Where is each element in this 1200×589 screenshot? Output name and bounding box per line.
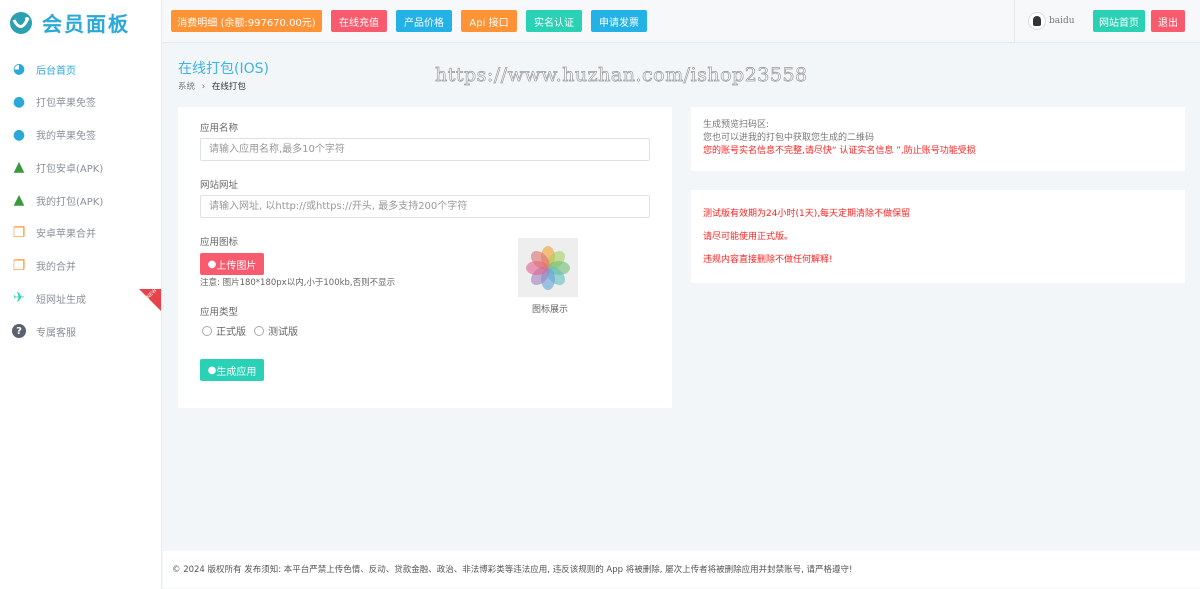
header-button[interactable]: 申请发票 [591,10,647,32]
sidebar-item[interactable]: ▲ 打包安卓(APK) [0,152,162,182]
sidebar-item-label: 短网址生成 [36,294,86,306]
logout-button[interactable]: 退出 [1151,10,1185,32]
app-type-label: 应用类型 [200,307,239,318]
form-card: 应用名称 网站网址 应用图标 ●上传图片 注意: 图片180*180px以内,小… [178,107,672,408]
sidebar-item[interactable]: ● 打包苹果免签 [0,87,162,117]
sidebar-item[interactable]: ? 专属客服 [0,316,162,346]
sidebar-item[interactable]: ❐ 我的合并 [0,251,162,281]
icon-label: 应用图标 [200,237,239,248]
brand-name: 会员面板 [42,12,130,36]
avatar[interactable] [1028,12,1046,30]
footer-text: © 2024 版权所有 发布须知: 本平台严禁上传色情、反动、贷款金融、政治、非… [172,565,853,575]
copy-icon: ❐ [12,224,26,241]
sidebar-item-label: 打包苹果免签 [36,98,96,110]
sidebar-item-label: 我的苹果免签 [36,131,96,142]
notice-line: 测试版有效期为24小时(1天),每天定期清除不做保留 [703,209,911,219]
android-icon: ▲ [13,159,25,176]
sidebar-item-label: 后台首页 [36,65,76,77]
radio-release[interactable] [202,325,212,336]
upload-note: 注意: 图片180*180px以内,小于100kb,否则不显示 [200,278,396,288]
top-header: 消费明细 (余额:997670.00元) 在线充值 产品价格 Api 接口 实名认证 申请… [163,0,1200,43]
preview-hint: 您也可以进我的打包中获取您生成的二维码 [703,133,875,143]
app-name-input[interactable] [200,138,650,161]
icon-preview-label: 图标展示 [532,305,569,315]
preview-title: 生成预览扫码区: [703,120,770,130]
apple-icon: ● [12,126,26,143]
sidebar-item[interactable]: ✈ 短网址生成 [0,283,162,313]
breadcrumb-item[interactable]: 系统 [178,82,195,92]
radio-release-label: 正式版 [216,327,246,338]
notice-card: 测试版有效期为24小时(1天),每天定期清除不做保留 请尽可能使用正式版。 违规… [691,190,1185,283]
dashboard-icon: ◕ [12,61,26,77]
logo[interactable]: 会员面板 [8,8,130,37]
sidebar-item[interactable]: ● 我的苹果免签 [0,120,162,150]
notice-line: 违规内容直接删除不做任何解释! [703,255,833,265]
photos-icon [526,245,570,290]
sidebar-item-label: 打包安卓(APK) [36,163,104,175]
footer: © 2024 版权所有 发布须知: 本平台严禁上传色情、反动、贷款金融、政治、非… [163,551,1200,588]
upload-button[interactable]: ● 上传图片 [200,253,264,275]
header-button[interactable]: 产品价格 [396,10,452,32]
header-button[interactable]: 消费明细 (余额:997670.00元) [171,10,322,32]
apple-icon: ● [207,258,217,270]
app-type-radios: 正式版 测试版 [202,323,298,338]
radio-test[interactable] [254,325,264,336]
verification-warning: 您的账号实名信息不完整,请尽快“ 认证实名信息 ”,防止账号功能受损 [703,146,976,156]
sidebar-item-label: 安卓苹果合并 [36,229,96,241]
preview-card: 生成预览扫码区: 您也可以进我的打包中获取您生成的二维码 您的账号实名信息不完整… [691,107,1185,171]
android-icon: ▲ [13,192,25,208]
header-button[interactable]: Api 接口 [461,10,517,32]
page-title: 在线打包(IOS) [178,61,269,77]
icon-preview [518,238,578,297]
sidebar-item-label: 我的合并 [36,262,76,273]
header-button[interactable]: 实名认证 [526,10,582,32]
generate-button[interactable]: ● 生成应用 [200,359,264,381]
home-button[interactable]: 网站首页 [1093,10,1145,32]
sidebar-item-label: 专属客服 [36,327,76,339]
sidebar-item-label: 我的打包(APK) [36,196,104,208]
watermark: https://www.huzhan.com/ishop23558 [435,64,808,87]
app-name-label: 应用名称 [200,123,239,134]
sidebar-item[interactable]: ❐ 安卓苹果合并 [0,218,162,248]
notice-line: 请尽可能使用正式版。 [703,232,794,242]
breadcrumb: 系统 › 在线打包 [178,80,246,92]
chevron-right-icon: › [201,82,206,92]
sidebar-item[interactable]: ▲ 我的打包(APK) [0,185,162,215]
url-label: 网站网址 [200,180,239,191]
copy-icon: ❐ [12,257,26,274]
divider [1014,0,1015,43]
apple-icon: ● [12,93,26,110]
plane-icon: ✈ [13,290,25,307]
url-input[interactable] [200,195,650,218]
apple-icon: ● [207,364,217,376]
logo-icon [10,11,32,34]
sidebar: 会员面板 ◕ 后台首页 ● 打包苹果免签 ● 我的苹果免签 ▲ 打包安卓(APK) ▲ 我的打包(… [0,0,162,589]
username: baidu [1049,16,1075,26]
sidebar-item[interactable]: ◕ 后台首页 [0,54,162,84]
radio-test-label: 测试版 [268,327,298,338]
breadcrumb-current: 在线打包 [211,82,246,92]
header-button[interactable]: 在线充值 [331,10,387,32]
question-icon: ? [12,324,26,338]
